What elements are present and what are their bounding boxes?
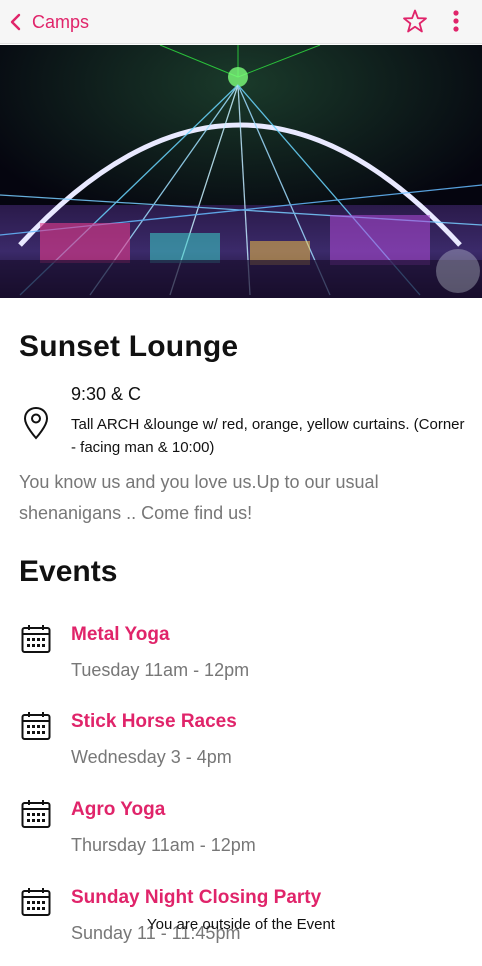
chevron-left-icon	[10, 13, 21, 31]
camp-title: Sunset Lounge	[19, 330, 239, 363]
event-time: Thursday 11am - 12pm	[71, 835, 256, 855]
more-vert-icon[interactable]	[446, 8, 466, 36]
calendar-icon	[21, 800, 51, 828]
star-outline-icon[interactable]	[401, 8, 429, 36]
event-item[interactable]: Agro Yoga Thursday 11am - 12pm	[0, 798, 482, 874]
map-pin-icon	[23, 406, 49, 440]
event-name: Agro Yoga	[71, 799, 166, 820]
event-item[interactable]: Metal Yoga Tuesday 11am - 12pm	[0, 623, 482, 699]
top-app-bar: Camps	[0, 0, 482, 44]
location-toast: You are outside of the Event	[147, 916, 335, 933]
event-time: Tuesday 11am - 12pm	[71, 660, 250, 680]
camp-hero-image	[0, 45, 482, 298]
back-label: Camps	[32, 11, 90, 32]
event-name: Metal Yoga	[71, 624, 170, 645]
camp-location-detail: Tall ARCH &lounge w/ red, orange, yellow…	[71, 416, 465, 456]
event-item[interactable]: Stick Horse Races Wednesday 3 - 4pm	[0, 710, 482, 786]
event-time: Wednesday 3 - 4pm	[71, 747, 232, 767]
calendar-icon	[21, 625, 51, 653]
event-name: Stick Horse Races	[71, 711, 237, 732]
arch-lights-illustration	[0, 45, 482, 298]
camp-address: 9:30 & C	[71, 384, 142, 404]
events-heading: Events	[19, 555, 118, 588]
event-name: Sunday Night Closing Party	[71, 887, 322, 908]
calendar-icon	[21, 888, 51, 916]
back-button[interactable]: Camps	[6, 8, 89, 36]
calendar-icon	[21, 712, 51, 740]
camp-description: You know us and you love us.Up to our us…	[19, 472, 379, 523]
